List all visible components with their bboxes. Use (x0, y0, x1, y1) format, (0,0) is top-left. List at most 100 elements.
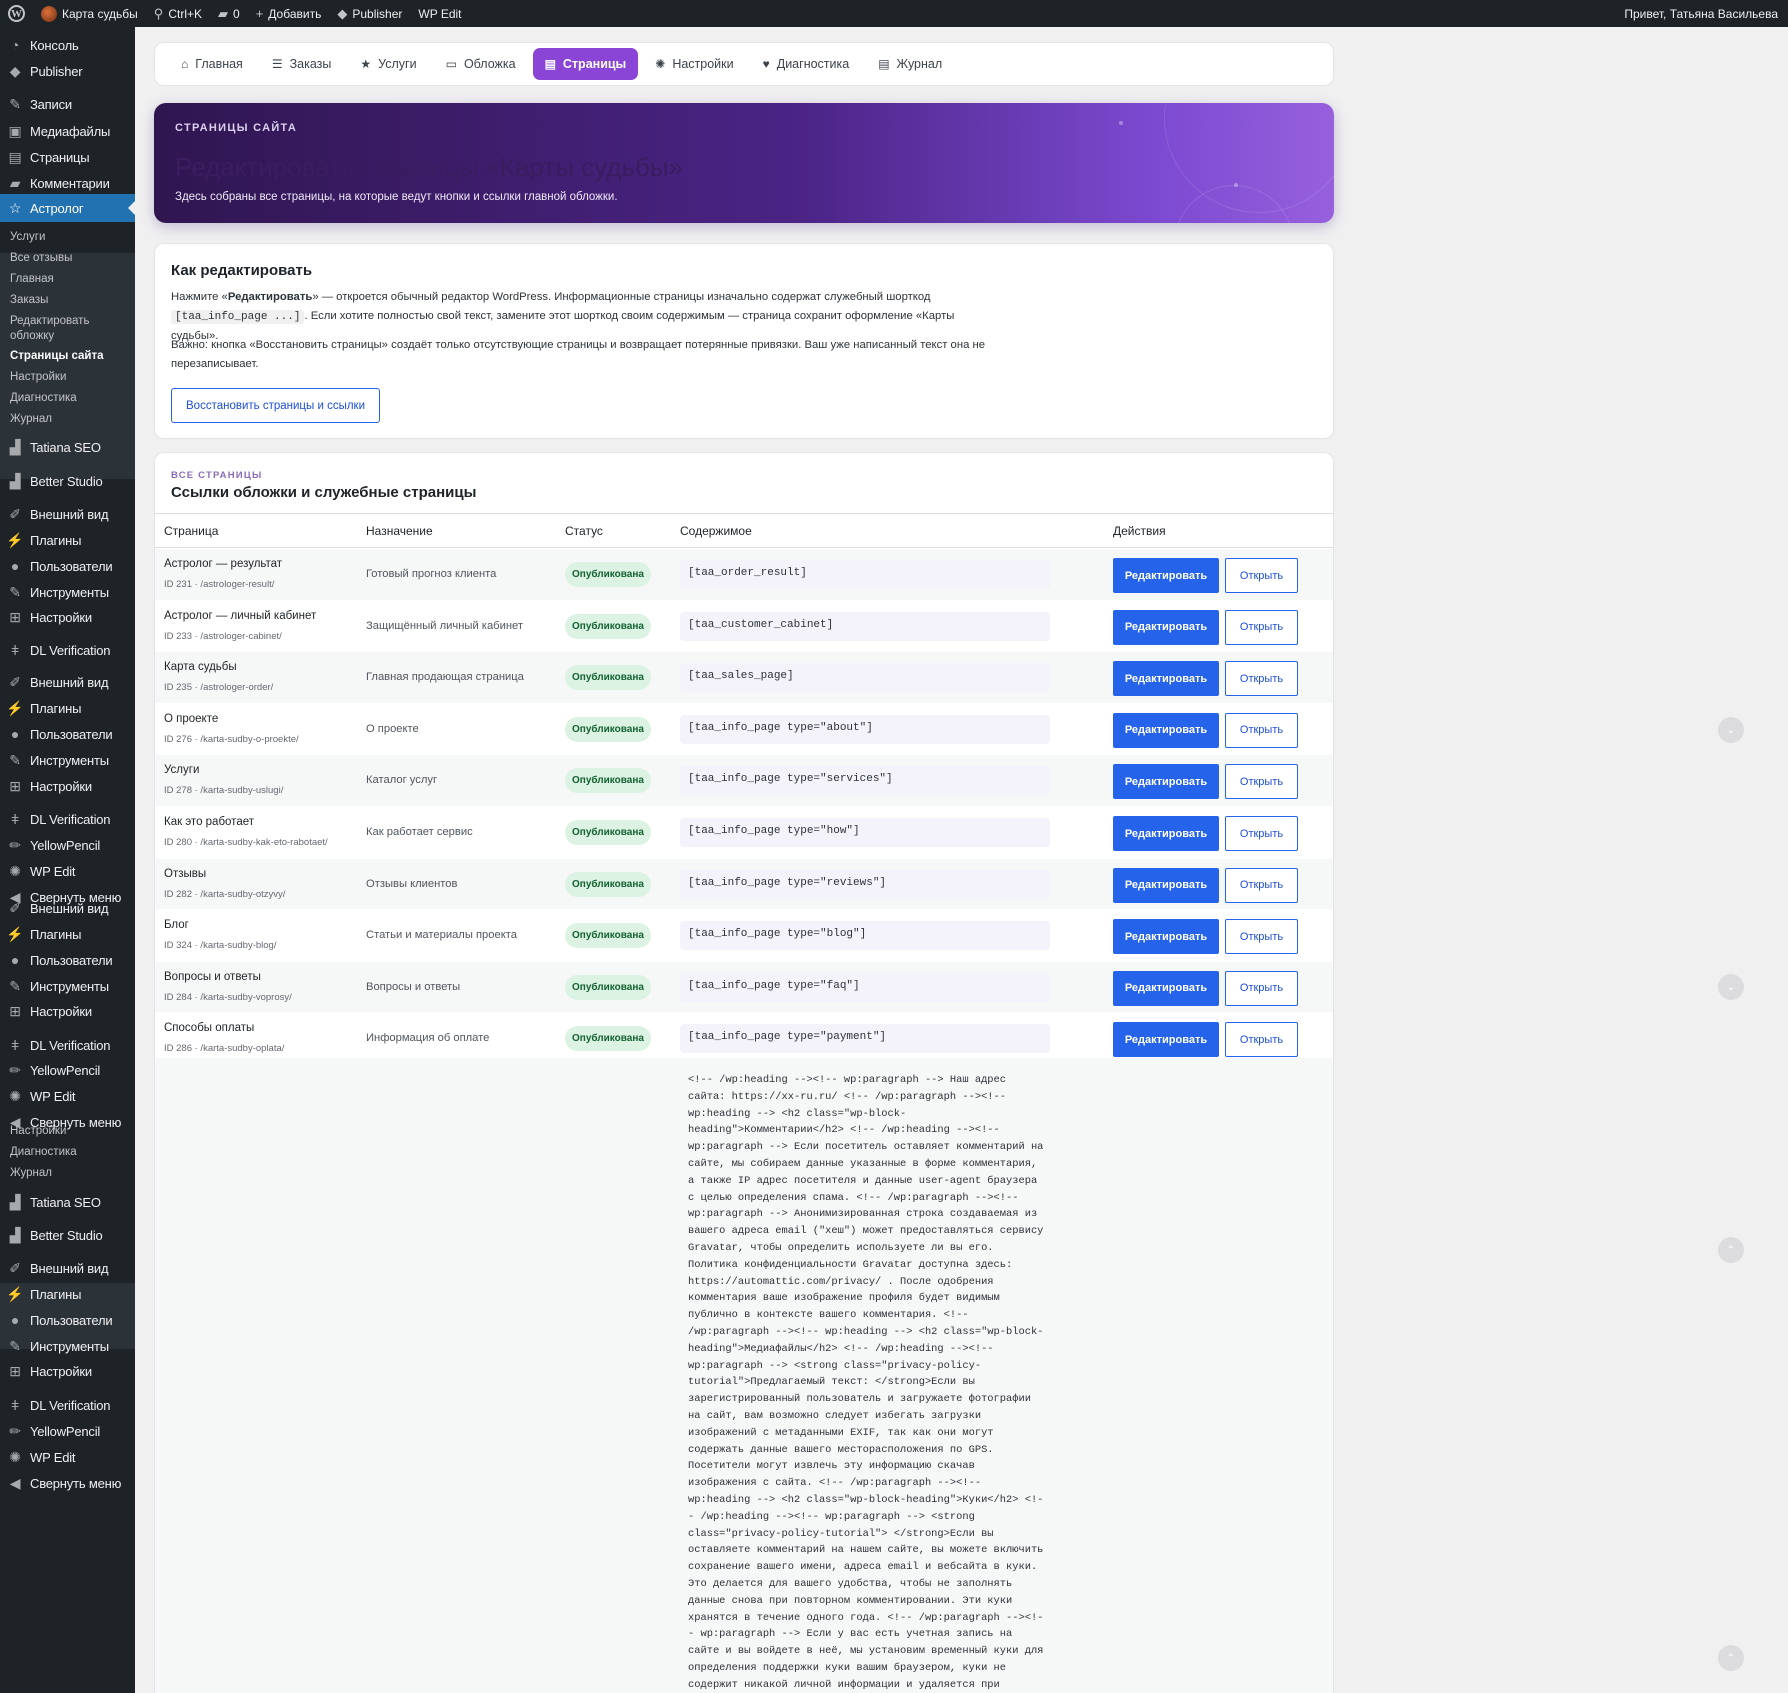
sidebar-item-внешний-вид[interactable]: ✐ Внешний вид (0, 668, 135, 696)
tab-doc[interactable]: ▤ Журнал (866, 48, 954, 80)
shortcode-content: [taa_info_page type="payment"] (680, 1024, 1050, 1054)
scroll-chevron-up-button[interactable]: ⌃ (1718, 1237, 1744, 1263)
edit-page-button[interactable]: Редактировать (1113, 558, 1219, 593)
submenu-item[interactable]: Все отзывы (10, 251, 128, 266)
sidebar-item-настройки[interactable]: ⊞ Настройки (0, 772, 135, 800)
sidebar-item-плагины[interactable]: ⚡ Плагины (0, 920, 135, 948)
submenu-item[interactable]: Заказы (10, 293, 128, 308)
sidebar-item-tatiana-seo[interactable]: ▟ Tatiana SEO (0, 433, 135, 461)
submenu-item[interactable]: Журнал (10, 412, 128, 427)
open-page-button[interactable]: Открыть (1225, 867, 1298, 903)
sidebar-item-медиафайлы[interactable]: ▣ Медиафайлы (0, 117, 135, 145)
sidebar-item-yellowpencil[interactable]: ✏ YellowPencil (0, 1056, 135, 1084)
comments-menu[interactable]: ▰ 0 (210, 0, 248, 27)
sidebar-item-инструменты[interactable]: ✎ Инструменты (0, 746, 135, 774)
edit-page-button[interactable]: Редактировать (1113, 816, 1219, 851)
sidebar-item-внешний-вид[interactable]: ✐ Внешний вид (0, 500, 135, 528)
sidebar-item-пользователи[interactable]: ● Пользователи (0, 946, 135, 974)
edit-page-button[interactable]: Редактировать (1113, 661, 1219, 697)
sidebar-item-dl-verification[interactable]: ǂ DL Verification (0, 636, 135, 664)
sidebar-item-настройки[interactable]: ⊞ Настройки (0, 603, 135, 631)
sidebar-item-консоль[interactable]: ◔ Консоль (0, 31, 135, 59)
publisher-menu[interactable]: ◆ Publisher (329, 0, 410, 27)
open-page-button[interactable]: Открыть (1225, 919, 1298, 955)
submenu-item[interactable]: Журнал (10, 1166, 128, 1181)
tab-star[interactable]: ★ Услуги (348, 48, 428, 80)
open-page-button[interactable]: Открыть (1225, 609, 1298, 645)
sidebar-item-wp-edit[interactable]: ✺ WP Edit (0, 1082, 135, 1110)
restore-pages-button[interactable]: Восстановить страницы и ссылки (171, 388, 381, 423)
sidebar-item-better-studio[interactable]: ▟ Better Studio (0, 1221, 135, 1249)
scroll-chevron-up-button[interactable]: ⌃ (1718, 1645, 1744, 1671)
sidebar-item-yellowpencil[interactable]: ✏ YellowPencil (0, 1417, 135, 1445)
sidebar-item-плагины[interactable]: ⚡ Плагины (0, 694, 135, 722)
open-page-button[interactable]: Открыть (1225, 1022, 1298, 1058)
edit-page-button[interactable]: Редактировать (1113, 1022, 1219, 1058)
tab-heart[interactable]: ♥ Диагностика (751, 48, 862, 80)
submenu-item[interactable]: Услуги (10, 230, 128, 245)
sidebar-item-пользователи[interactable]: ● Пользователи (0, 720, 135, 748)
submenu-item[interactable]: Страницы сайта (10, 349, 128, 364)
sidebar-item-страницы[interactable]: ▤ Страницы (0, 143, 135, 171)
sidebar-item-настройки[interactable]: ⊞ Настройки (0, 997, 135, 1025)
open-page-button[interactable]: Открыть (1225, 661, 1298, 697)
sidebar-item-dl-verification[interactable]: ǂ DL Verification (0, 1391, 135, 1419)
tab-home[interactable]: ⌂ Главная (169, 48, 255, 80)
tab-cover[interactable]: ▭ Обложка (434, 48, 528, 80)
sidebar-item-записи[interactable]: ✎ Записи (0, 90, 135, 118)
edit-page-button[interactable]: Редактировать (1113, 712, 1219, 748)
edit-page-button[interactable]: Редактировать (1113, 609, 1219, 645)
sidebar-item-настройки[interactable]: ⊞ Настройки (0, 1357, 135, 1385)
scroll-chevron-down-button[interactable]: ⌄ (1718, 974, 1744, 1000)
sidebar-item-плагины[interactable]: ⚡ Плагины (0, 526, 135, 554)
sidebar-item-dl-verification[interactable]: ǂ DL Verification (0, 1031, 135, 1059)
open-page-button[interactable]: Открыть (1225, 970, 1298, 1006)
submenu-item[interactable]: Диагностика (10, 391, 128, 406)
sidebar-item-dl-verification[interactable]: ǂ DL Verification (0, 805, 135, 833)
tab-pages[interactable]: ▤ Страницы (532, 48, 639, 80)
scroll-chevron-down-button[interactable]: ⌄ (1718, 717, 1744, 743)
sidebar-item-внешний-вид[interactable]: ✐ Внешний вид (0, 1254, 135, 1282)
wp-edit-menu[interactable]: WP Edit (410, 0, 469, 27)
command-search-button[interactable]: ⚲ Ctrl+K (146, 0, 210, 27)
open-page-button[interactable]: Открыть (1225, 712, 1298, 748)
edit-page-button[interactable]: Редактировать (1113, 764, 1219, 800)
submenu-item[interactable]: Редактировать обложку (10, 314, 128, 344)
sidebar-item-пользователи[interactable]: ● Пользователи (0, 1306, 135, 1334)
sidebar-item-свернуть-меню[interactable]: ◀ Свернуть меню (0, 1469, 135, 1497)
sidebar-item-комментарии[interactable]: ▰ Комментарии (0, 169, 135, 197)
submenu-item[interactable]: Настройки (10, 370, 128, 385)
publisher-label: Publisher (352, 6, 403, 21)
sidebar-item-инструменты[interactable]: ✎ Инструменты (0, 1332, 135, 1360)
sidebar-item-пользователи[interactable]: ● Пользователи (0, 552, 135, 580)
sidebar-item-инструменты[interactable]: ✎ Инструменты (0, 972, 135, 1000)
sidebar-item-астролог[interactable]: ☆ Астролог (0, 194, 135, 222)
sidebar-item-внешний-вид[interactable]: ✐ Внешний вид (0, 894, 135, 922)
sidebar-item-yellowpencil[interactable]: ✏ YellowPencil (0, 831, 135, 859)
account-menu[interactable]: Привет, Татьяна Васильева (1616, 0, 1788, 27)
submenu-item[interactable]: Главная (10, 272, 128, 287)
tab-gear[interactable]: ✺ Настройки (643, 48, 745, 80)
sidebar-item-publisher[interactable]: ◆ Publisher (0, 57, 135, 85)
wp-logo-menu[interactable]: W (0, 0, 33, 27)
sidebar-item-better-studio[interactable]: ▟ Better Studio (0, 467, 135, 495)
edit-page-button[interactable]: Редактировать (1113, 970, 1219, 1006)
submenu-item[interactable]: Настройки (10, 1124, 128, 1139)
sidebar-item-tatiana-seo[interactable]: ▟ Tatiana SEO (0, 1188, 135, 1216)
add-new-menu[interactable]: + Добавить (248, 0, 330, 27)
page-purpose: Готовый прогноз клиента (366, 568, 497, 580)
edit-page-button[interactable]: Редактировать (1113, 919, 1219, 955)
open-page-button[interactable]: Открыть (1225, 816, 1298, 851)
sidebar-item-плагины[interactable]: ⚡ Плагины (0, 1280, 135, 1308)
site-name-menu[interactable]: Карта судьбы (33, 0, 146, 27)
submenu-item[interactable]: Диагностика (10, 1145, 128, 1160)
tab-list[interactable]: ☰ Заказы (260, 48, 344, 80)
edit-page-button[interactable]: Редактировать (1113, 867, 1219, 903)
sidebar-item-wp-edit[interactable]: ✺ WP Edit (0, 857, 135, 885)
home-icon: ⌂ (181, 57, 189, 71)
open-page-button[interactable]: Открыть (1225, 764, 1298, 800)
sidebar-item-инструменты[interactable]: ✎ Инструменты (0, 578, 135, 606)
open-page-button[interactable]: Открыть (1225, 558, 1298, 593)
tab-label: Главная (195, 57, 243, 71)
sidebar-item-wp-edit[interactable]: ✺ WP Edit (0, 1443, 135, 1471)
